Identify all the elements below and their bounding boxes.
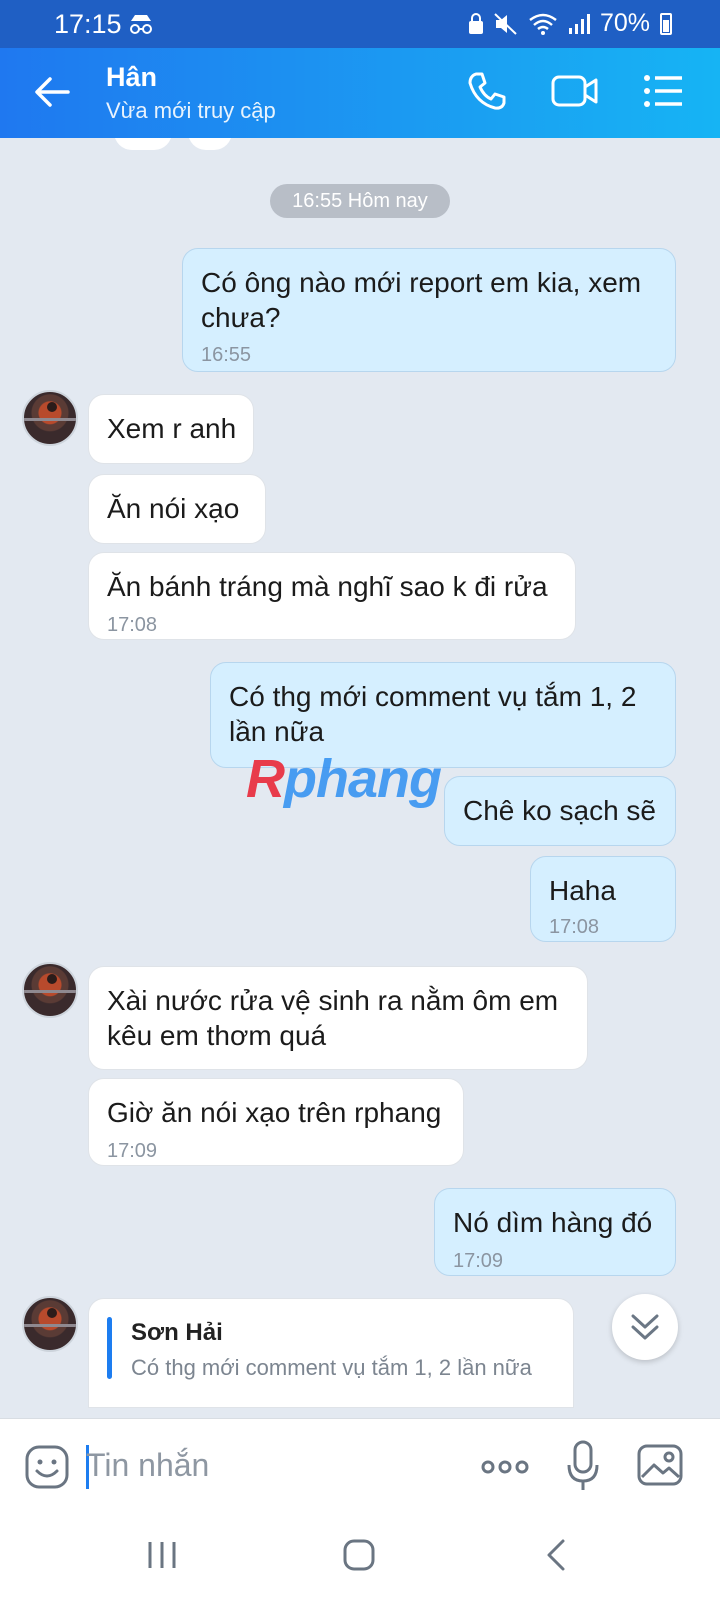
presence-status: Vừa mới truy cập <box>106 98 276 123</box>
incognito-icon <box>130 15 152 34</box>
message-bubble-incoming[interactable]: Ăn bánh tráng mà nghĩ sao k đi rửa 17:08 <box>88 552 576 640</box>
signal-icon <box>568 13 590 34</box>
mute-icon <box>494 12 517 35</box>
quote-bar <box>107 1317 112 1379</box>
message-text: Xài nước rửa vệ sinh ra nằm ôm em kêu em… <box>107 985 559 1051</box>
message-bubble-incoming[interactable]: Xem r anh <box>88 394 254 464</box>
message-bubble-incoming[interactable]: Giờ ăn nói xạo trên rphang 17:09 <box>88 1078 464 1166</box>
quoted-text: Có thg mới comment vụ tắm 1, 2 lần nữa <box>131 1355 532 1380</box>
back-arrow-icon[interactable] <box>32 74 72 110</box>
status-bar: 17:15 70% <box>0 0 720 48</box>
battery-icon <box>660 12 672 35</box>
message-bubble-outgoing[interactable]: Haha 17:08 <box>530 856 676 942</box>
sticker-icon[interactable] <box>24 1443 70 1491</box>
message-text: Nó dìm hàng đó <box>453 1207 653 1238</box>
message-time: 17:09 <box>107 1140 158 1162</box>
message-text: Có thg mới comment vụ tắm 1, 2 lần nữa <box>229 681 637 747</box>
date-separator: 16:55 Hôm nay <box>270 184 450 218</box>
message-text: Ăn nói xạo <box>107 493 240 524</box>
message-text: Haha <box>549 875 616 906</box>
contact-name[interactable]: Hân <box>106 62 157 93</box>
message-bubble-incoming[interactable]: Xài nước rửa vệ sinh ra nằm ôm em kêu em… <box>88 966 588 1070</box>
message-time: 17:08 <box>549 916 600 938</box>
message-input[interactable]: Tin nhắn <box>86 1447 209 1484</box>
system-nav-bar <box>0 1518 720 1600</box>
message-time: 16:55 <box>201 344 252 366</box>
composer-bar: Tin nhắn <box>0 1418 720 1518</box>
video-call-icon[interactable] <box>550 70 600 112</box>
message-text: Ăn bánh tráng mà nghĩ sao k đi rửa <box>107 571 548 602</box>
more-dots-icon[interactable] <box>480 1453 530 1481</box>
reaction-chip[interactable] <box>188 138 232 150</box>
menu-list-icon[interactable] <box>642 70 686 112</box>
message-text: Xem r anh <box>107 413 237 444</box>
quoted-author: Sơn Hải <box>131 1319 223 1346</box>
battery-percent: 70% <box>599 9 650 37</box>
avatar[interactable] <box>22 1296 78 1352</box>
lock-icon <box>468 12 483 34</box>
image-icon[interactable] <box>636 1441 684 1489</box>
message-bubble-outgoing[interactable]: Có ông nào mới report em kia, xem chưa? … <box>182 248 676 372</box>
message-time: 17:08 <box>107 614 158 636</box>
status-time: 17:15 <box>54 9 122 39</box>
microphone-icon[interactable] <box>566 1439 600 1493</box>
avatar[interactable] <box>22 390 78 446</box>
scroll-down-icon <box>631 1314 659 1340</box>
message-bubble-outgoing[interactable]: Nó dìm hàng đó 17:09 <box>434 1188 676 1276</box>
wifi-icon <box>529 13 557 35</box>
phone-icon[interactable] <box>466 70 508 112</box>
recent-apps-icon[interactable] <box>146 1538 178 1572</box>
system-back-icon[interactable] <box>544 1538 568 1572</box>
chat-header: Hân Vừa mới truy cập <box>0 48 720 138</box>
reaction-chip[interactable] <box>114 138 172 150</box>
scroll-down-button[interactable] <box>612 1294 678 1360</box>
message-text: Có ông nào mới report em kia, xem chưa? <box>201 267 642 333</box>
message-bubble-outgoing[interactable]: Chê ko sạch sẽ <box>444 776 676 846</box>
home-icon[interactable] <box>342 1538 376 1572</box>
watermark-logo: Rphang <box>246 749 442 809</box>
message-list[interactable]: 16:55 Hôm nay Có ông nào mới report em k… <box>0 138 720 1418</box>
message-text: Giờ ăn nói xạo trên rphang <box>107 1097 442 1128</box>
message-time: 17:09 <box>453 1250 504 1272</box>
message-text: Chê ko sạch sẽ <box>463 795 656 826</box>
quoted-reply-bubble[interactable]: Sơn Hải Có thg mới comment vụ tắm 1, 2 l… <box>88 1298 574 1408</box>
message-bubble-incoming[interactable]: Ăn nói xạo <box>88 474 266 544</box>
avatar[interactable] <box>22 962 78 1018</box>
